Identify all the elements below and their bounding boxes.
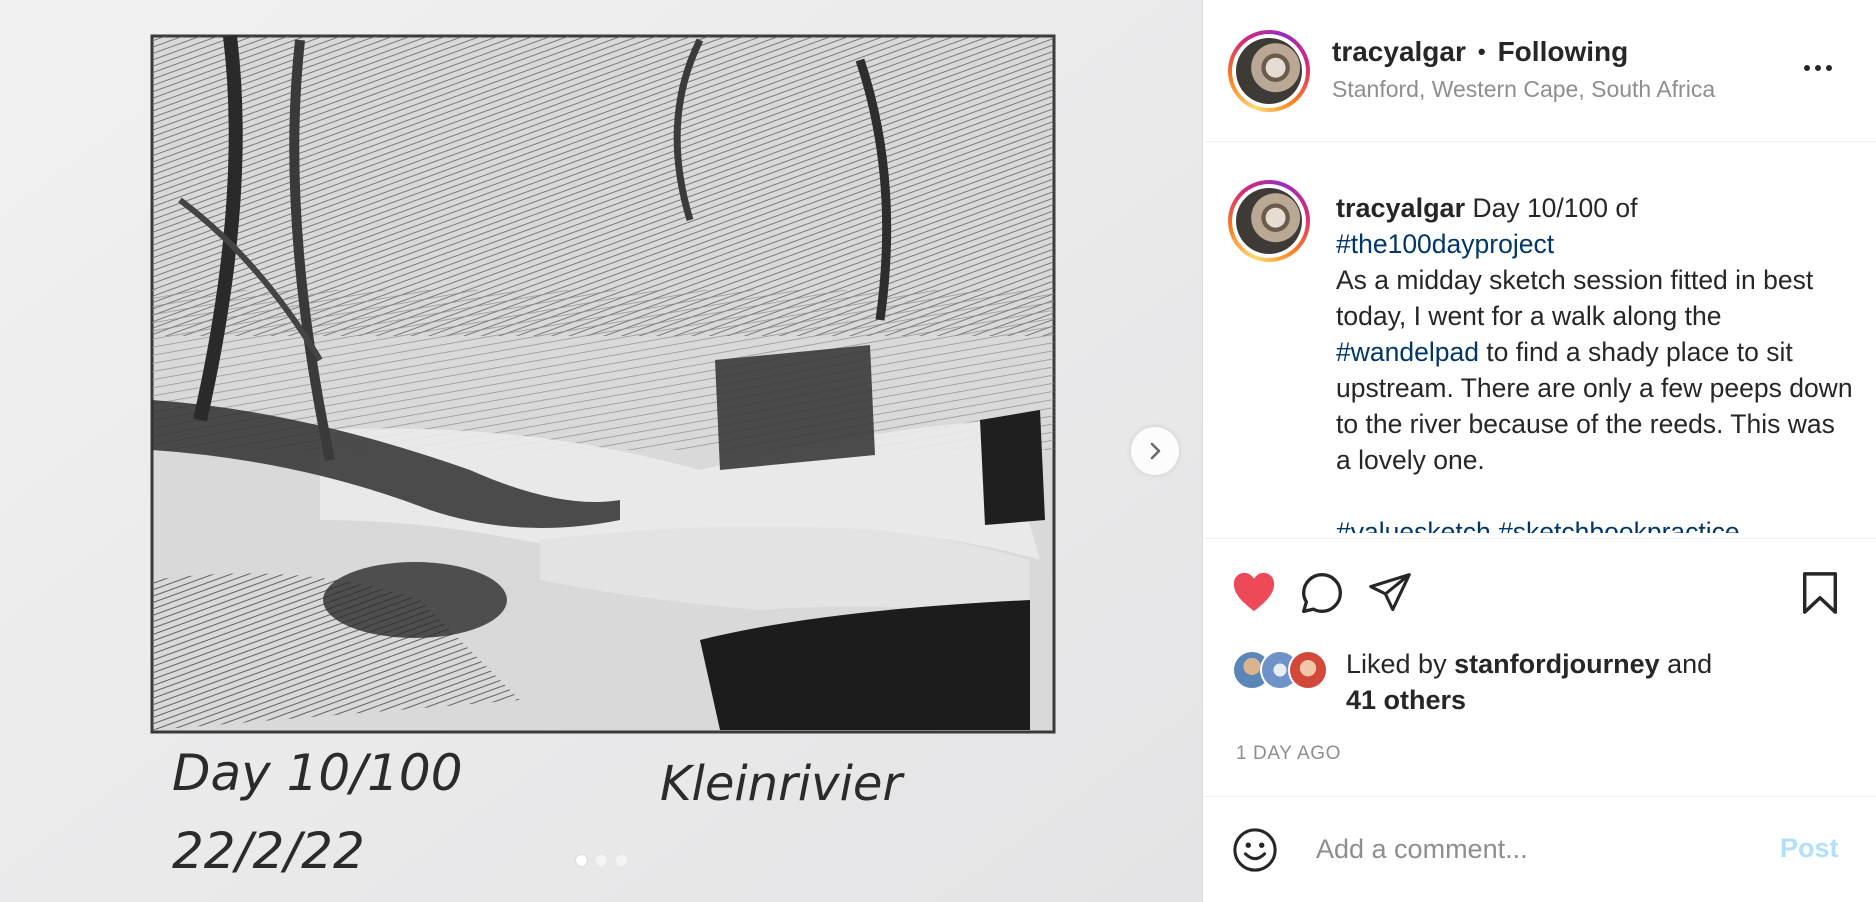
post-timestamp[interactable]: 1 DAY AGO: [1236, 743, 1341, 765]
post-caption: tracyalgar Day 10/100 of #the100dayproje…: [1204, 143, 1876, 533]
likes-and: and: [1659, 649, 1713, 679]
comment-input[interactable]: [1316, 827, 1736, 871]
liker-avatars[interactable]: [1232, 650, 1332, 692]
heart-icon: [1233, 572, 1275, 612]
post-comment-button[interactable]: Post: [1780, 833, 1839, 864]
likes-text: Liked by stanfordjourney and 41 others: [1346, 646, 1786, 718]
carousel-indicator: [576, 855, 627, 866]
paper-plane-icon: [1369, 573, 1411, 612]
separator-bullet: •: [1477, 39, 1486, 64]
caption-text: tracyalgar Day 10/100 of #the100dayproje…: [1336, 190, 1856, 533]
hashtag-link[interactable]: #wandelpad: [1336, 337, 1479, 367]
carousel-dot: [576, 855, 587, 866]
comment-composer: Post: [1204, 796, 1876, 902]
carousel-dot: [596, 855, 607, 866]
handwriting-place: Kleinrivier: [660, 756, 905, 812]
avatar: [1288, 650, 1328, 690]
author-username[interactable]: tracyalgar: [1332, 36, 1466, 68]
post-header: tracyalgar • Following Stanford, Western…: [1204, 0, 1876, 142]
next-slide-button[interactable]: [1131, 427, 1179, 475]
hashtag-link[interactable]: #sketchbookpractice: [1498, 517, 1740, 533]
post-actions: Liked by stanfordjourney and 41 others 1…: [1204, 538, 1876, 798]
share-button[interactable]: [1368, 571, 1412, 620]
carousel-dot: [616, 855, 627, 866]
pencil-sketch-image: Day 10/100 22/2/22 Kleinrivier: [0, 0, 1202, 902]
liked-by-username[interactable]: stanfordjourney: [1454, 649, 1660, 679]
bookmark-icon: [1802, 572, 1838, 614]
likes-others-link[interactable]: 41 others: [1346, 685, 1466, 715]
handwriting-date: 22/2/22: [172, 822, 365, 880]
handwriting-day: Day 10/100: [172, 744, 463, 802]
hashtag-link[interactable]: #valuesketch: [1336, 517, 1491, 533]
chevron-right-icon: [1150, 442, 1161, 460]
post-details-panel: tracyalgar • Following Stanford, Western…: [1204, 0, 1876, 902]
profile-photo: [1236, 38, 1302, 104]
more-options-icon[interactable]: [1798, 56, 1838, 80]
smiley-icon: [1233, 828, 1277, 872]
emoji-button[interactable]: [1232, 827, 1278, 878]
caption-text-2: As a midday sketch session fitted in bes…: [1336, 265, 1814, 331]
following-button[interactable]: Following: [1498, 36, 1629, 68]
like-button[interactable]: [1232, 571, 1276, 618]
profile-photo: [1236, 188, 1302, 254]
header-name-row: tracyalgar • Following: [1332, 36, 1628, 68]
post-media[interactable]: Day 10/100 22/2/22 Kleinrivier: [0, 0, 1203, 902]
post-location[interactable]: Stanford, Western Cape, South Africa: [1332, 76, 1715, 103]
avatar[interactable]: [1228, 30, 1310, 112]
likes-prefix: Liked by: [1346, 649, 1455, 679]
comment-button[interactable]: [1300, 571, 1344, 620]
caption-username[interactable]: tracyalgar: [1336, 193, 1465, 223]
save-button[interactable]: [1800, 571, 1840, 620]
avatar[interactable]: [1228, 180, 1310, 262]
caption-text-1: Day 10/100 of: [1465, 193, 1638, 223]
hashtag-link[interactable]: #the100dayproject: [1336, 229, 1554, 259]
comment-icon: [1302, 573, 1342, 613]
